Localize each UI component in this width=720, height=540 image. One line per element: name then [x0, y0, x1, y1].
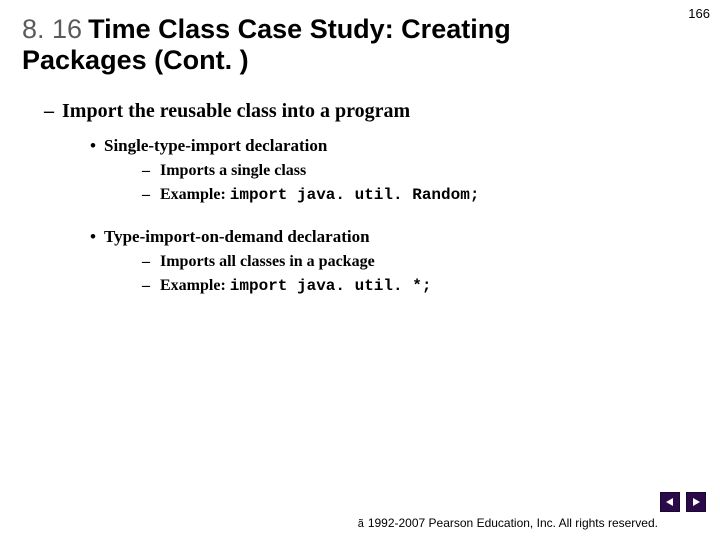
- bullet-level3: –Imports a single class: [142, 160, 684, 182]
- prev-button[interactable]: [660, 492, 680, 512]
- bullet-text: Example:: [160, 277, 230, 294]
- bullet-level2: •Type-import-on-demand declaration: [90, 226, 684, 249]
- content-body: –Import the reusable class into a progra…: [44, 98, 684, 297]
- bullet-text: Import the reusable class into a program: [62, 100, 410, 122]
- copyright-icon: ã: [358, 518, 364, 530]
- bullet-text: Single-type-import declaration: [104, 136, 327, 155]
- bullet-text: Imports a single class: [160, 162, 306, 179]
- nav-controls: [660, 492, 706, 512]
- code-snippet: import java. util. *;: [230, 277, 432, 295]
- next-button[interactable]: [686, 492, 706, 512]
- bullet-level3: –Imports all classes in a package: [142, 251, 684, 273]
- triangle-right-icon: [691, 497, 701, 507]
- page-number: 166: [688, 6, 710, 21]
- bullet-text: Imports all classes in a package: [160, 253, 375, 270]
- code-snippet: import java. util. Random;: [230, 186, 480, 204]
- bullet-text: Type-import-on-demand declaration: [104, 227, 370, 246]
- bullet-level2: •Single-type-import declaration: [90, 135, 684, 158]
- copyright-text: 1992-2007 Pearson Education, Inc. All ri…: [368, 516, 658, 530]
- slide: 166 8. 16Time Class Case Study: Creating…: [0, 0, 720, 540]
- bullet-text: Example:: [160, 186, 230, 203]
- section-number: 8. 16: [22, 14, 82, 44]
- bullet-level1: –Import the reusable class into a progra…: [44, 98, 684, 125]
- bullet-level3: –Example: import java. util. Random;: [142, 184, 684, 207]
- slide-title: 8. 16Time Class Case Study: Creating Pac…: [22, 14, 622, 76]
- triangle-left-icon: [665, 497, 675, 507]
- bullet-level3: –Example: import java. util. *;: [142, 275, 684, 298]
- title-text: Time Class Case Study: Creating Packages…: [22, 14, 511, 75]
- copyright-line: ã 1992-2007 Pearson Education, Inc. All r…: [358, 516, 658, 530]
